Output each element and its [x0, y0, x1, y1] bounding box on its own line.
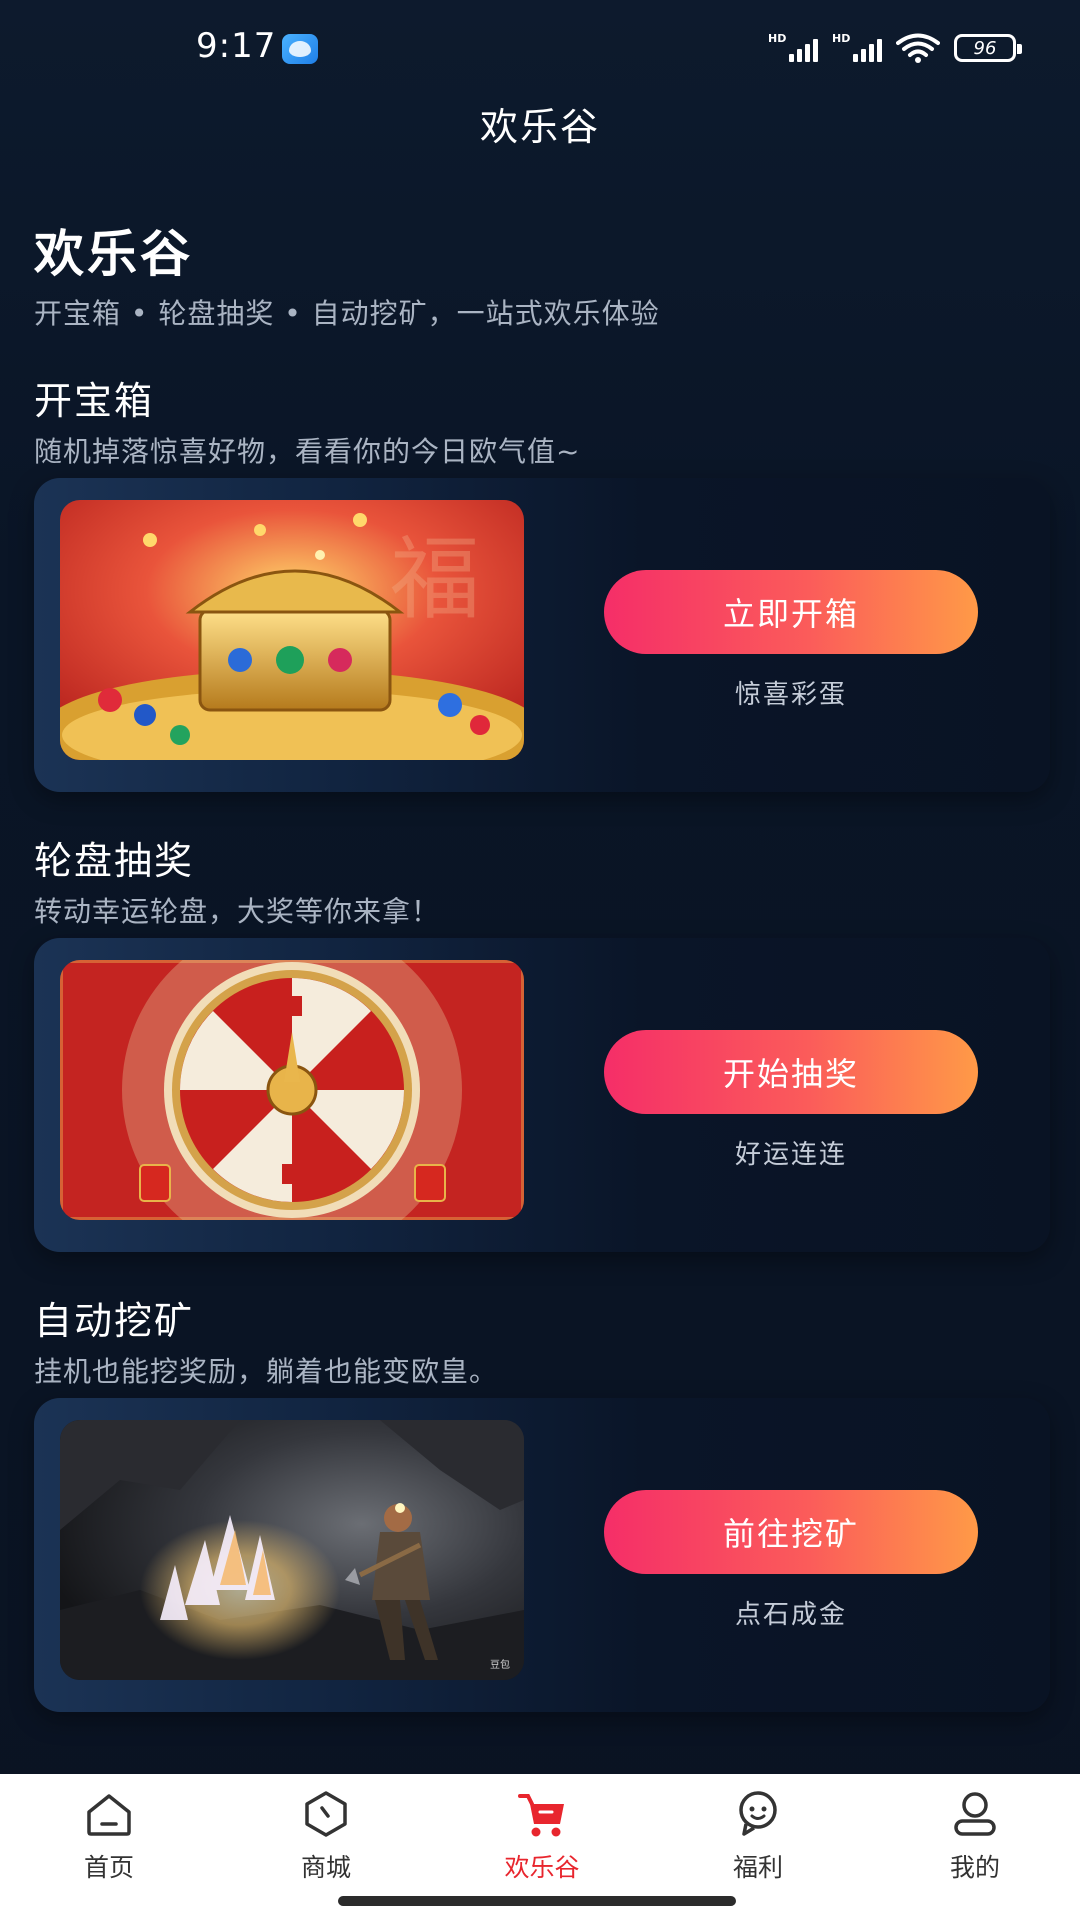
nav-label-happy-valley: 欢乐谷: [504, 1853, 580, 1882]
wheel-tag: 好运连连: [734, 1140, 847, 1170]
status-bar: 9:17 HD HD 96: [0, 0, 1080, 96]
home-icon: [87, 1794, 131, 1836]
wheel-card: 开始抽奖 好运连连: [34, 938, 1050, 1252]
notification-app-icon: [282, 34, 318, 64]
status-indicators: HD HD 96: [768, 28, 1022, 68]
mining-tag: 点石成金: [734, 1600, 847, 1630]
nav-item-happy-valley[interactable]: 欢乐谷: [472, 1788, 612, 1898]
cellular-signal-icon-2: HD: [832, 32, 882, 64]
section-desc-wheel: 转动幸运轮盘，大奖等你来拿！: [34, 895, 441, 928]
start-lottery-button[interactable]: 开始抽奖: [604, 1030, 978, 1114]
nav-label-profile: 我的: [949, 1853, 1000, 1882]
battery-level: 96: [973, 37, 997, 59]
section-desc-treasure: 随机掉落惊喜好物，看看你的今日欧气值~: [34, 435, 581, 468]
nav-label-welfare: 福利: [732, 1853, 783, 1882]
wifi-icon: [896, 33, 940, 63]
svg-text:豆包: 豆包: [490, 1658, 510, 1671]
hero-title: 欢乐谷: [34, 225, 193, 283]
battery-icon: 96: [954, 34, 1022, 62]
section-desc-mining: 挂机也能挖奖励，躺着也能变欧皇。: [34, 1355, 499, 1388]
nav-item-shop[interactable]: 商城: [256, 1788, 396, 1898]
section-title-treasure: 开宝箱: [34, 379, 155, 423]
nav-label-shop: 商城: [300, 1853, 351, 1882]
treasure-chest-image[interactable]: 福: [60, 500, 524, 760]
nav-label-home: 首页: [83, 1853, 134, 1882]
shop-icon: [305, 1791, 347, 1837]
status-time: 9:17: [196, 26, 277, 66]
page-title: 欢乐谷: [479, 105, 600, 149]
section-title-mining: 自动挖矿: [34, 1299, 195, 1343]
section-title-wheel: 轮盘抽奖: [34, 839, 195, 883]
mining-card: 豆包 前往挖矿 点石成金: [34, 1398, 1050, 1712]
mining-cave-image[interactable]: 豆包: [60, 1420, 524, 1680]
open-chest-button[interactable]: 立即开箱: [604, 570, 978, 654]
hero-subtitle: 开宝箱 • 轮盘抽奖 • 自动挖矿，一站式欢乐体验: [34, 297, 660, 330]
nav-item-welfare[interactable]: 福利: [688, 1788, 828, 1898]
treasure-card: 福 立即开箱 惊喜彩蛋: [34, 478, 1050, 792]
nav-item-profile[interactable]: 我的: [905, 1788, 1045, 1898]
cellular-signal-icon: HD: [768, 32, 818, 64]
home-indicator[interactable]: [338, 1896, 736, 1906]
svg-text:福: 福: [390, 527, 480, 632]
welfare-icon: [739, 1791, 777, 1836]
lucky-wheel-image[interactable]: [60, 960, 524, 1220]
cart-icon: [518, 1794, 564, 1837]
profile-icon: [954, 1792, 996, 1836]
treasure-tag: 惊喜彩蛋: [734, 680, 847, 710]
nav-item-home[interactable]: 首页: [39, 1788, 179, 1898]
go-mining-button[interactable]: 前往挖矿: [604, 1490, 978, 1574]
